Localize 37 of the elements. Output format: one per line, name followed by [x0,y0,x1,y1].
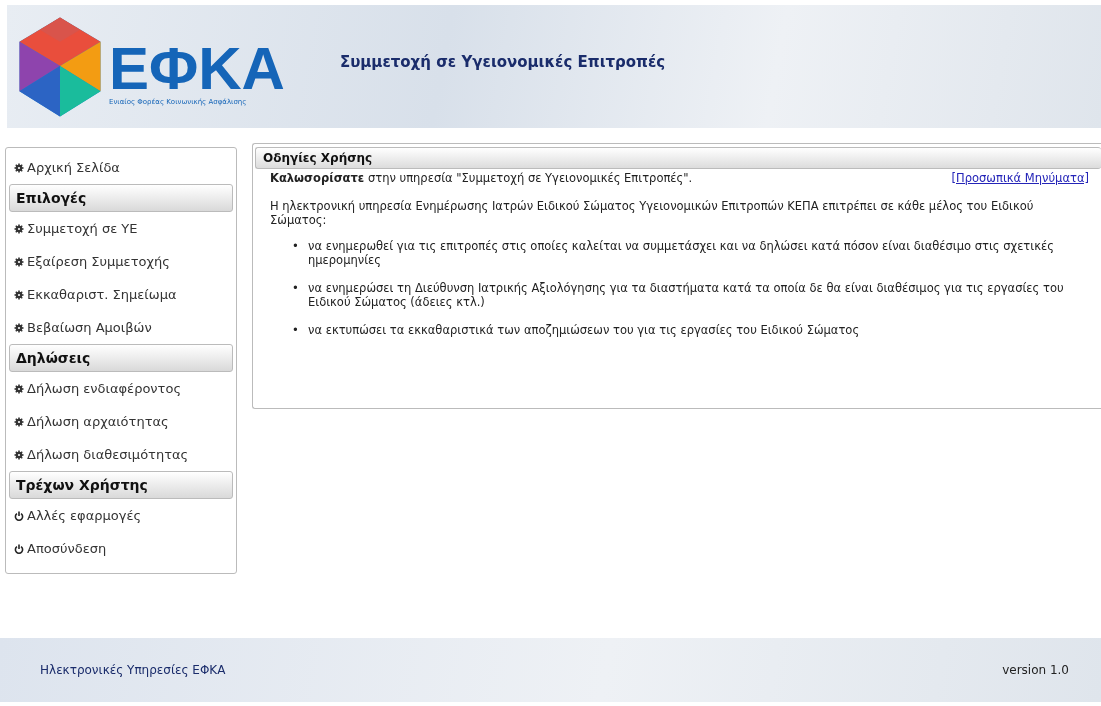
section-header: Επιλογές [9,184,233,212]
sidebar-link[interactable]: Αλλές εφαρμογές [6,499,236,532]
panel-title: Οδηγίες Χρήσης [255,147,1101,169]
bullet-text: να εκτυπώσει τα εκκαθαριστικά των αποζημιώσεων του για τις εργασίες του Ειδικού Σώματος [308,323,860,337]
bullet-marker: • [292,239,300,253]
sidebar-link[interactable]: Εκκαθαριστ. Σημείωμα [6,278,236,311]
intro-text: Η ηλεκτρονική υπηρεσία Ενημέρωσης Ιατρών Ειδικού Σώματος Υγειονομικών Επιτροπών ΚΕΠΑ επιτρέπει σε κάθε μέλος του Ειδικού Σώματος: [270,199,1035,227]
gear-icon [14,416,24,427]
footer-text: Ηλεκτρονικές Υπηρεσίες ΕΦΚΑ [40,663,226,677]
sidebar-link[interactable]: Συμμετοχή σε ΥΕ [6,212,236,245]
sidebar-link[interactable]: Δήλωση ενδιαφέροντος [6,372,236,405]
version-text: version 1.0 [1002,663,1069,677]
sidebar-link[interactable]: Αρχική Σελίδα [6,151,236,184]
gear-icon [14,289,24,300]
gear-icon [14,256,24,267]
power-icon [14,543,24,554]
messages-link[interactable]: [Προσωπικά Μηνύματα] [951,171,1089,185]
gear-icon [14,449,24,460]
welcome-text: Καλωσορίσατε στην υπηρεσία "Συμμετοχή σε Υγειονομικές Επιτροπές". [270,171,693,185]
sidebar-link[interactable]: Αποσύνδεση [6,532,236,565]
bullet-text: να ενημερώσει τη Διεύθυνση Ιατρικής Αξιολόγησης για τα διαστήματα κατά τα οποία δε θα είναι διαθέσιμος για τις εργασίες του Ειδικού Σώματος (άδειες κτλ.) [308,281,1065,309]
section-header: Δηλώσεις [9,344,233,372]
page-title: Συμμετοχή σε Υγειονομικές Επιτροπές [339,52,666,71]
logo-text: ΕΦΚΑ [109,39,285,98]
gear-icon [14,162,24,173]
bullet-marker: • [292,323,300,337]
gear-icon [14,223,24,234]
bullet-text: να ενημερωθεί για τις επιτροπές στις οποίες καλείται να συμμετάσχει και να δηλώσει κατά πόσον είναι διαθέσιμο στις σχετικές ημερομηνίες [308,239,1055,267]
power-icon [14,510,24,521]
sidebar-link[interactable]: Δήλωση διαθεσιμότητας [6,438,236,471]
gear-icon [14,383,24,394]
gear-icon [14,322,24,333]
sidebar-link[interactable]: Βεβαίωση Αμοιβών [6,311,236,344]
sidebar-link[interactable]: Εξαίρεση Συμμετοχής [6,245,236,278]
bullet-marker: • [292,281,300,295]
section-header: Τρέχων Χρήστης [9,471,233,499]
sidebar-link[interactable]: Δήλωση αρχαιότητας [6,405,236,438]
